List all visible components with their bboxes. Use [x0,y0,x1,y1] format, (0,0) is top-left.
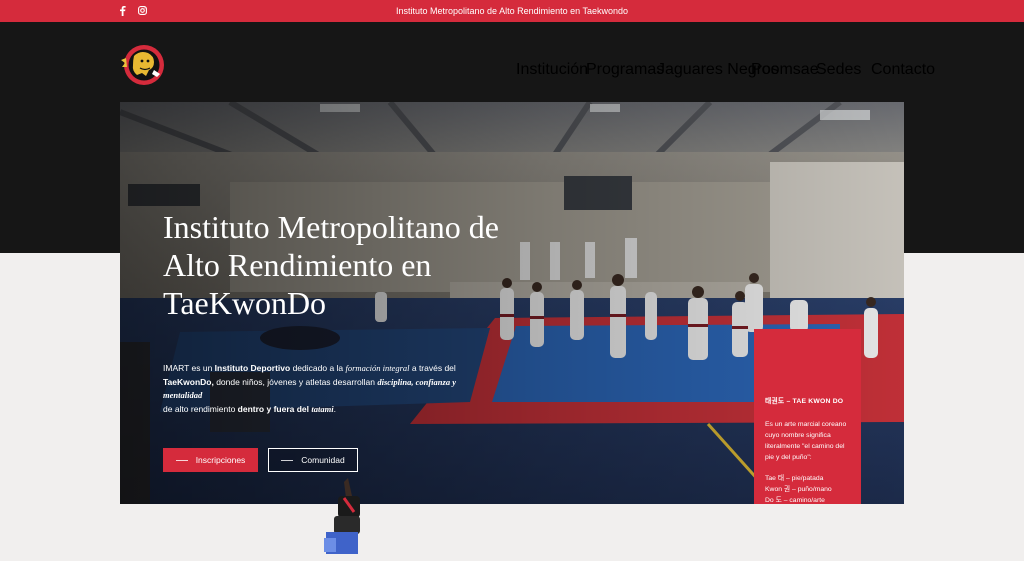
desc-bold: Instituto Deportivo [214,363,291,373]
hero-title-line-2: Alto Rendimiento en [163,247,432,283]
taekwondo-info-card: 태권도 – TAE KWON DO Es un arte marcial cor… [754,329,861,504]
card-line-tae: Tae 태 – pie/patada [765,475,824,482]
topbar-text: Instituto Metropolitano de Alto Rendimie… [396,6,628,16]
desc-bold-italic: tatami [311,403,334,414]
desc-text: dedicado a la [290,363,346,373]
hero-title-line-1: Instituto Metropolitano de [163,209,499,245]
card-description: Es un arte marcial coreano cuyo nombre s… [765,421,847,461]
desc-text: donde niños, jóvenes y atletas desarroll… [213,376,378,387]
hero-title-line-3: TaeKwonDo [163,285,327,321]
comunidad-button[interactable]: Comunidad [268,448,358,472]
card-line-kwon: Kwon 권 – puño/mano [765,486,832,493]
desc-text: . [333,403,336,414]
social-links [118,5,147,16]
desc-italic: formación integral [345,363,410,373]
card-line-do: Do 도 – camino/arte [765,497,825,504]
nav-item-contacto[interactable]: Contacto [871,61,935,79]
site-logo[interactable] [120,42,166,88]
inscripciones-button[interactable]: Inscripciones [163,448,258,472]
desc-text: de alto rendimiento [163,403,238,414]
desc-text: a través del [409,363,456,373]
hero-description: IMART es un Instituto Deportivo dedicado… [163,362,493,416]
top-announcement-bar: Instituto Metropolitano de Alto Rendimie… [0,0,1024,22]
comunidad-button-label: Comunidad [301,455,345,465]
dash-icon [175,459,188,461]
dash-icon [281,459,294,461]
facebook-icon[interactable] [118,5,128,16]
kicking-athlete-icon [324,478,360,554]
desc-bold: TaeKwonDo, [163,376,214,387]
hero-title: Instituto Metropolitano de Alto Rendimie… [163,208,563,322]
instagram-icon[interactable] [137,5,147,16]
card-title: 태권도 – TAE KWON DO [765,398,844,405]
desc-text: IMART es un [163,363,215,373]
inscripciones-button-label: Inscripciones [195,455,246,465]
desc-bold: dentro y fuera del [237,403,309,414]
jaguar-logo-icon [121,45,164,85]
taekwondo-figure-graphic [320,476,370,561]
